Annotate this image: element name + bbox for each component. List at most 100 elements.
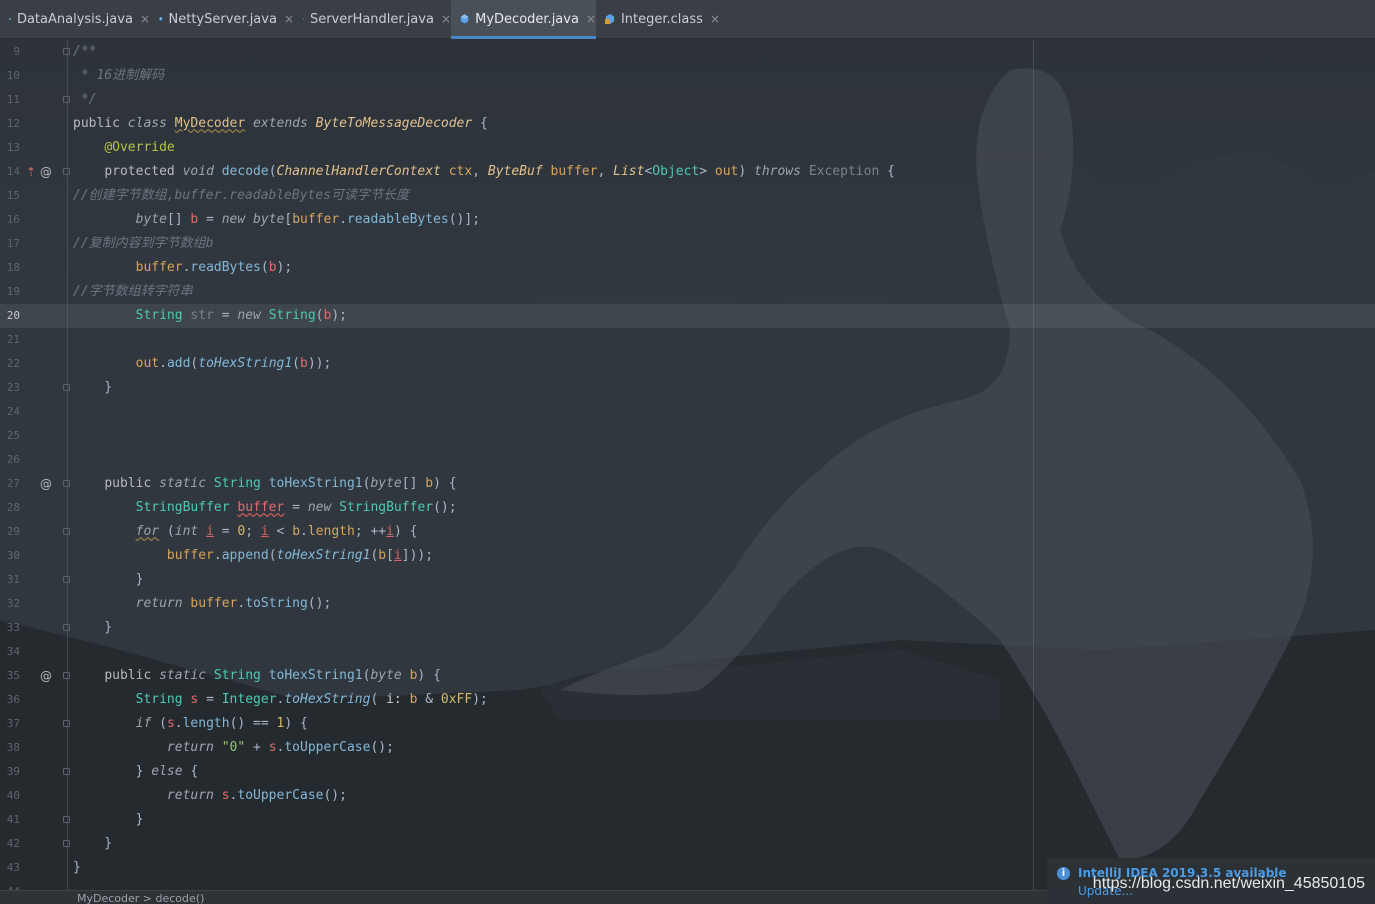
tab-label: Integer.class [621,12,703,27]
line-number: 38 [0,736,20,760]
line-number: 9 [0,40,20,64]
code-line: 23 } [0,376,1375,400]
tab-serverhandler[interactable]: ServerHandler.java × [294,0,451,38]
fold-icon[interactable] [63,768,70,775]
close-icon[interactable]: × [441,12,451,26]
code-line: 27@ public static String toHexString1(by… [0,472,1375,496]
java-class-icon [9,13,11,25]
code-line: 9/** [0,40,1375,64]
line-number: 17 [0,232,20,256]
code-line: 40 return s.toUpperCase(); [0,784,1375,808]
code-line: 41 } [0,808,1375,832]
line-number: 37 [0,712,20,736]
line-number: 14 [0,160,20,184]
code-line: 36 String s = Integer.toHexString( i: b … [0,688,1375,712]
fold-icon[interactable] [63,96,70,103]
code-line: 21 [0,328,1375,352]
code-line: 37 if (s.length() == 1) { [0,712,1375,736]
line-number: 35 [0,664,20,688]
line-number: 18 [0,256,20,280]
compiled-class-icon [605,13,615,25]
line-number: 36 [0,688,20,712]
tab-mydecoder[interactable]: MyDecoder.java × [451,0,596,38]
tab-nettyserver[interactable]: NettyServer.java × [150,0,294,38]
line-number: 13 [0,136,20,160]
fold-icon[interactable] [63,720,70,727]
code-editor[interactable]: 9/** 10 * 16进制解码 11 */ 12public class My… [0,40,1375,890]
line-number: 43 [0,856,20,880]
tab-label: MyDecoder.java [475,12,579,27]
code-line: 26 [0,448,1375,472]
code-line: 38 return "0" + s.toUpperCase(); [0,736,1375,760]
code-line: 22 out.add(toHexString1(b)); [0,352,1375,376]
fold-icon[interactable] [63,672,70,679]
fold-icon[interactable] [63,576,70,583]
line-number: 39 [0,760,20,784]
code-line: 33 } [0,616,1375,640]
override-icon[interactable]: @ [40,664,52,688]
code-line: 31 } [0,568,1375,592]
fold-icon[interactable] [63,624,70,631]
fold-icon[interactable] [63,480,70,487]
line-number: 10 [0,64,20,88]
override-icon[interactable]: @ [40,472,52,496]
line-number: 31 [0,568,20,592]
code-line: 13 @Override [0,136,1375,160]
info-icon: i [1057,867,1070,880]
code-line: 28 StringBuffer buffer = new StringBuffe… [0,496,1375,520]
close-icon[interactable]: × [140,12,150,26]
code-line: 15//创建字节数组,buffer.readableBytes可读字节长度 [0,184,1375,208]
code-line: 12public class MyDecoder extends ByteToM… [0,112,1375,136]
breadcrumb[interactable]: MyDecoder > decode() [77,893,204,904]
current-code-line: 20 String str = new String(b); [0,304,1375,328]
code-line: 18 buffer.readBytes(b); [0,256,1375,280]
line-number: 34 [0,640,20,664]
fold-icon[interactable] [63,48,70,55]
code-line: 17//复制内容到字节数组b [0,232,1375,256]
tab-dataanalysis[interactable]: DataAnalysis.java × [0,0,150,38]
watermark-url: https://blog.csdn.net/weixin_45850105 [1093,875,1365,893]
code-line: 30 buffer.append(toHexString1(b[i])); [0,544,1375,568]
code-line: 14⇡@ protected void decode(ChannelHandle… [0,160,1375,184]
tab-label: ServerHandler.java [310,12,434,27]
line-number: 11 [0,88,20,112]
fold-icon[interactable] [63,840,70,847]
code-line: 42 } [0,832,1375,856]
fold-icon[interactable] [63,816,70,823]
close-icon[interactable]: × [284,12,294,26]
code-line: 34 [0,640,1375,664]
line-number: 25 [0,424,20,448]
java-class-icon [303,13,304,25]
line-number: 42 [0,832,20,856]
code-line: 24 [0,400,1375,424]
code-line: 39 } else { [0,760,1375,784]
close-icon[interactable]: × [710,12,720,26]
line-number: 24 [0,400,20,424]
line-number: 29 [0,520,20,544]
code-line: 19//字节数组转字符串 [0,280,1375,304]
tab-label: DataAnalysis.java [17,12,133,27]
debug-icon[interactable]: ⇡ [26,160,36,184]
line-number: 40 [0,784,20,808]
line-number: 20 [0,304,20,328]
parameter-hint: i: [386,692,402,707]
line-number: 30 [0,544,20,568]
override-icon[interactable]: @ [40,160,52,184]
java-class-icon [460,13,469,25]
line-number: 22 [0,352,20,376]
close-icon[interactable]: × [586,12,596,26]
editor-tab-bar: DataAnalysis.java × NettyServer.java × S… [0,0,1375,39]
line-number: 16 [0,208,20,232]
tab-label: NettyServer.java [169,12,277,27]
code-line: 16 byte[] b = new byte[buffer.readableBy… [0,208,1375,232]
code-line: 10 * 16进制解码 [0,64,1375,88]
tab-integer-class[interactable]: Integer.class × [596,0,720,38]
fold-icon[interactable] [63,384,70,391]
line-number: 27 [0,472,20,496]
fold-icon[interactable] [63,528,70,535]
line-number: 12 [0,112,20,136]
code-line: 29 for (int i = 0; i < b.length; ++i) { [0,520,1375,544]
code-line: 25 [0,424,1375,448]
line-number: 21 [0,328,20,352]
fold-icon[interactable] [63,168,70,175]
